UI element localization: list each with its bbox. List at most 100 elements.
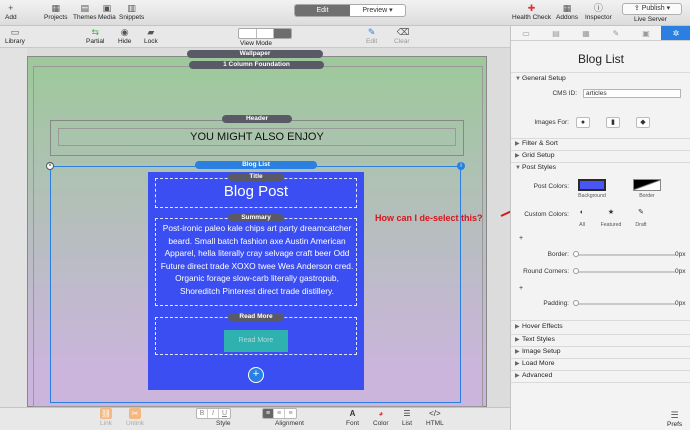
header-text[interactable]: YOU MIGHT ALSO ENJOY [58, 128, 456, 146]
expand-plus-icon[interactable]: + [519, 235, 523, 242]
round-corners-value: 0px [675, 268, 686, 275]
round-corners-label: Round Corners: [523, 268, 569, 275]
view-mode-control[interactable] [238, 28, 292, 39]
post-colors-label: Post Colors: [533, 183, 569, 190]
section-general-setup[interactable]: ▼General Setup [515, 75, 566, 82]
close-icon[interactable]: × [46, 162, 54, 170]
secondary-toolbar: ▭ Library ⇆ Partial ◉ Hide ▰ Lock View M… [0, 26, 510, 48]
grid-icon: ▦ [51, 3, 60, 13]
readmore-label[interactable]: Read More [228, 313, 284, 321]
unlink-button[interactable]: ✂ Unlink [126, 408, 144, 427]
border-color-swatch[interactable] [633, 179, 661, 191]
tab-document-icon[interactable]: ▤ [541, 26, 571, 40]
section-image-setup[interactable]: ▶ Image Setup [515, 348, 561, 355]
font-button[interactable]: A Font [346, 408, 359, 427]
section-filter-sort[interactable]: ▶ Filter & Sort [515, 140, 558, 147]
upload-icon: ⇪ [633, 5, 640, 12]
add-item-icon[interactable]: + [248, 367, 264, 383]
inspector-button[interactable]: ⓘ Inspector [585, 3, 612, 21]
section-load-more[interactable]: ▶ Load More [515, 360, 555, 367]
title-label[interactable]: Title [228, 173, 284, 181]
color-wheel-icon: ◕ [378, 409, 384, 418]
background-color-swatch[interactable] [578, 179, 606, 191]
tab-page-icon[interactable]: ▭ [511, 26, 541, 40]
section-text-styles[interactable]: ▶ Text Styles [515, 336, 555, 343]
images-person-icon[interactable]: ● [576, 117, 590, 128]
section-post-styles[interactable]: ▼Post Styles [515, 164, 556, 171]
padding-value: 0px [675, 300, 686, 307]
round-corners-slider[interactable] [575, 271, 675, 273]
images-tag-icon[interactable]: ◆ [636, 117, 650, 128]
wallpaper-label[interactable]: Wallpaper [187, 50, 323, 58]
edit-tab[interactable]: Edit [295, 5, 350, 16]
border-slider[interactable] [575, 254, 675, 256]
lock-button[interactable]: ▰ Lock [144, 27, 158, 45]
chevron-right-icon: ▶ [515, 361, 520, 367]
media-button[interactable]: ▣ Media [98, 3, 116, 21]
pencil-icon: ✎ [367, 27, 376, 37]
tab-settings-icon[interactable]: ✲ [661, 26, 690, 40]
chevron-down-icon: ▼ [515, 76, 521, 82]
underline-button[interactable]: U [219, 409, 230, 418]
health-check-button[interactable]: ✚ Health Check [512, 3, 551, 21]
section-hover-effects[interactable]: ▶ Hover Effects [515, 323, 563, 330]
blog-title[interactable]: Blog Post [155, 183, 357, 200]
header-label[interactable]: Header [222, 115, 292, 123]
hide-button[interactable]: ◉ Hide [118, 27, 131, 45]
tab-resources-icon[interactable]: ▣ [631, 26, 661, 40]
add-button[interactable]: + Add [5, 3, 17, 21]
partial-button[interactable]: ⇆ Partial [86, 27, 104, 45]
align-left-button[interactable]: ≡ [263, 409, 274, 418]
expand-plus-icon-2[interactable]: + [519, 285, 523, 292]
list-button[interactable]: ☰ List [401, 408, 413, 427]
clear-button[interactable]: ⌫ Clear [394, 27, 410, 45]
images-bookmark-icon[interactable]: ▮ [606, 117, 620, 128]
chevron-right-icon: ▶ [515, 153, 520, 159]
round-corners-knob[interactable] [573, 268, 579, 274]
all-contrast-icon[interactable]: ◐ [575, 208, 589, 219]
summary-label[interactable]: Summary [228, 214, 284, 222]
view-mode-1[interactable] [239, 29, 257, 38]
left-gutter [0, 48, 27, 407]
chevron-right-icon: ▶ [515, 373, 520, 379]
section-advanced[interactable]: ▶ Advanced [515, 372, 552, 379]
cms-id-input[interactable]: articles [583, 89, 681, 98]
border-caption: Border [639, 193, 655, 199]
border-slider-knob[interactable] [573, 251, 579, 257]
edit-button[interactable]: ✎ Edit [366, 27, 377, 45]
alignment-label: Alignment [275, 420, 304, 427]
padding-label: Padding: [543, 300, 569, 307]
publish-button[interactable]: ⇪ Publish ▾ [622, 3, 682, 15]
projects-button[interactable]: ▦ Projects [44, 3, 67, 21]
html-button[interactable]: </> HTML [426, 408, 444, 427]
featured-star-icon[interactable]: ★ [604, 208, 618, 219]
view-mode-3[interactable] [274, 29, 291, 38]
live-server-label: Live Server [634, 16, 667, 23]
link-button[interactable]: ⛓ Link [100, 408, 112, 427]
prefs-button[interactable]: ☰ Prefs [667, 410, 682, 428]
padding-slider[interactable] [575, 303, 675, 305]
preview-tab[interactable]: Preview ▾ [350, 5, 405, 16]
blog-list-label[interactable]: Blog List [195, 161, 317, 169]
align-right-button[interactable]: ≡ [285, 409, 296, 418]
draft-pencil-icon[interactable]: ✎ [634, 208, 648, 219]
view-mode-2[interactable] [257, 29, 275, 38]
all-caption: All [579, 222, 585, 228]
library-button[interactable]: ▭ Library [5, 27, 25, 45]
color-button[interactable]: ◕ Color [373, 408, 389, 427]
summary-text[interactable]: Post-ironic paleo kale chips art party d… [158, 222, 356, 298]
align-center-button[interactable]: ≡ [274, 409, 285, 418]
font-icon: A [349, 409, 356, 418]
bold-button[interactable]: B [197, 409, 208, 418]
italic-button[interactable]: I [208, 409, 219, 418]
snippets-button[interactable]: ▥ Snippets [119, 3, 144, 21]
section-grid-setup[interactable]: ▶ Grid Setup [515, 152, 555, 159]
addons-button[interactable]: ▦ Addons [556, 3, 578, 21]
read-more-button[interactable]: Read More [224, 330, 288, 352]
tab-grid-icon[interactable]: ▦ [571, 26, 601, 40]
padding-knob[interactable] [573, 300, 579, 306]
tab-edit-icon[interactable]: ✎ [601, 26, 631, 40]
foundation-label[interactable]: 1 Column Foundation [189, 61, 324, 69]
themes-button[interactable]: ▤ Themes [73, 3, 96, 21]
info-icon[interactable]: i [457, 162, 465, 170]
